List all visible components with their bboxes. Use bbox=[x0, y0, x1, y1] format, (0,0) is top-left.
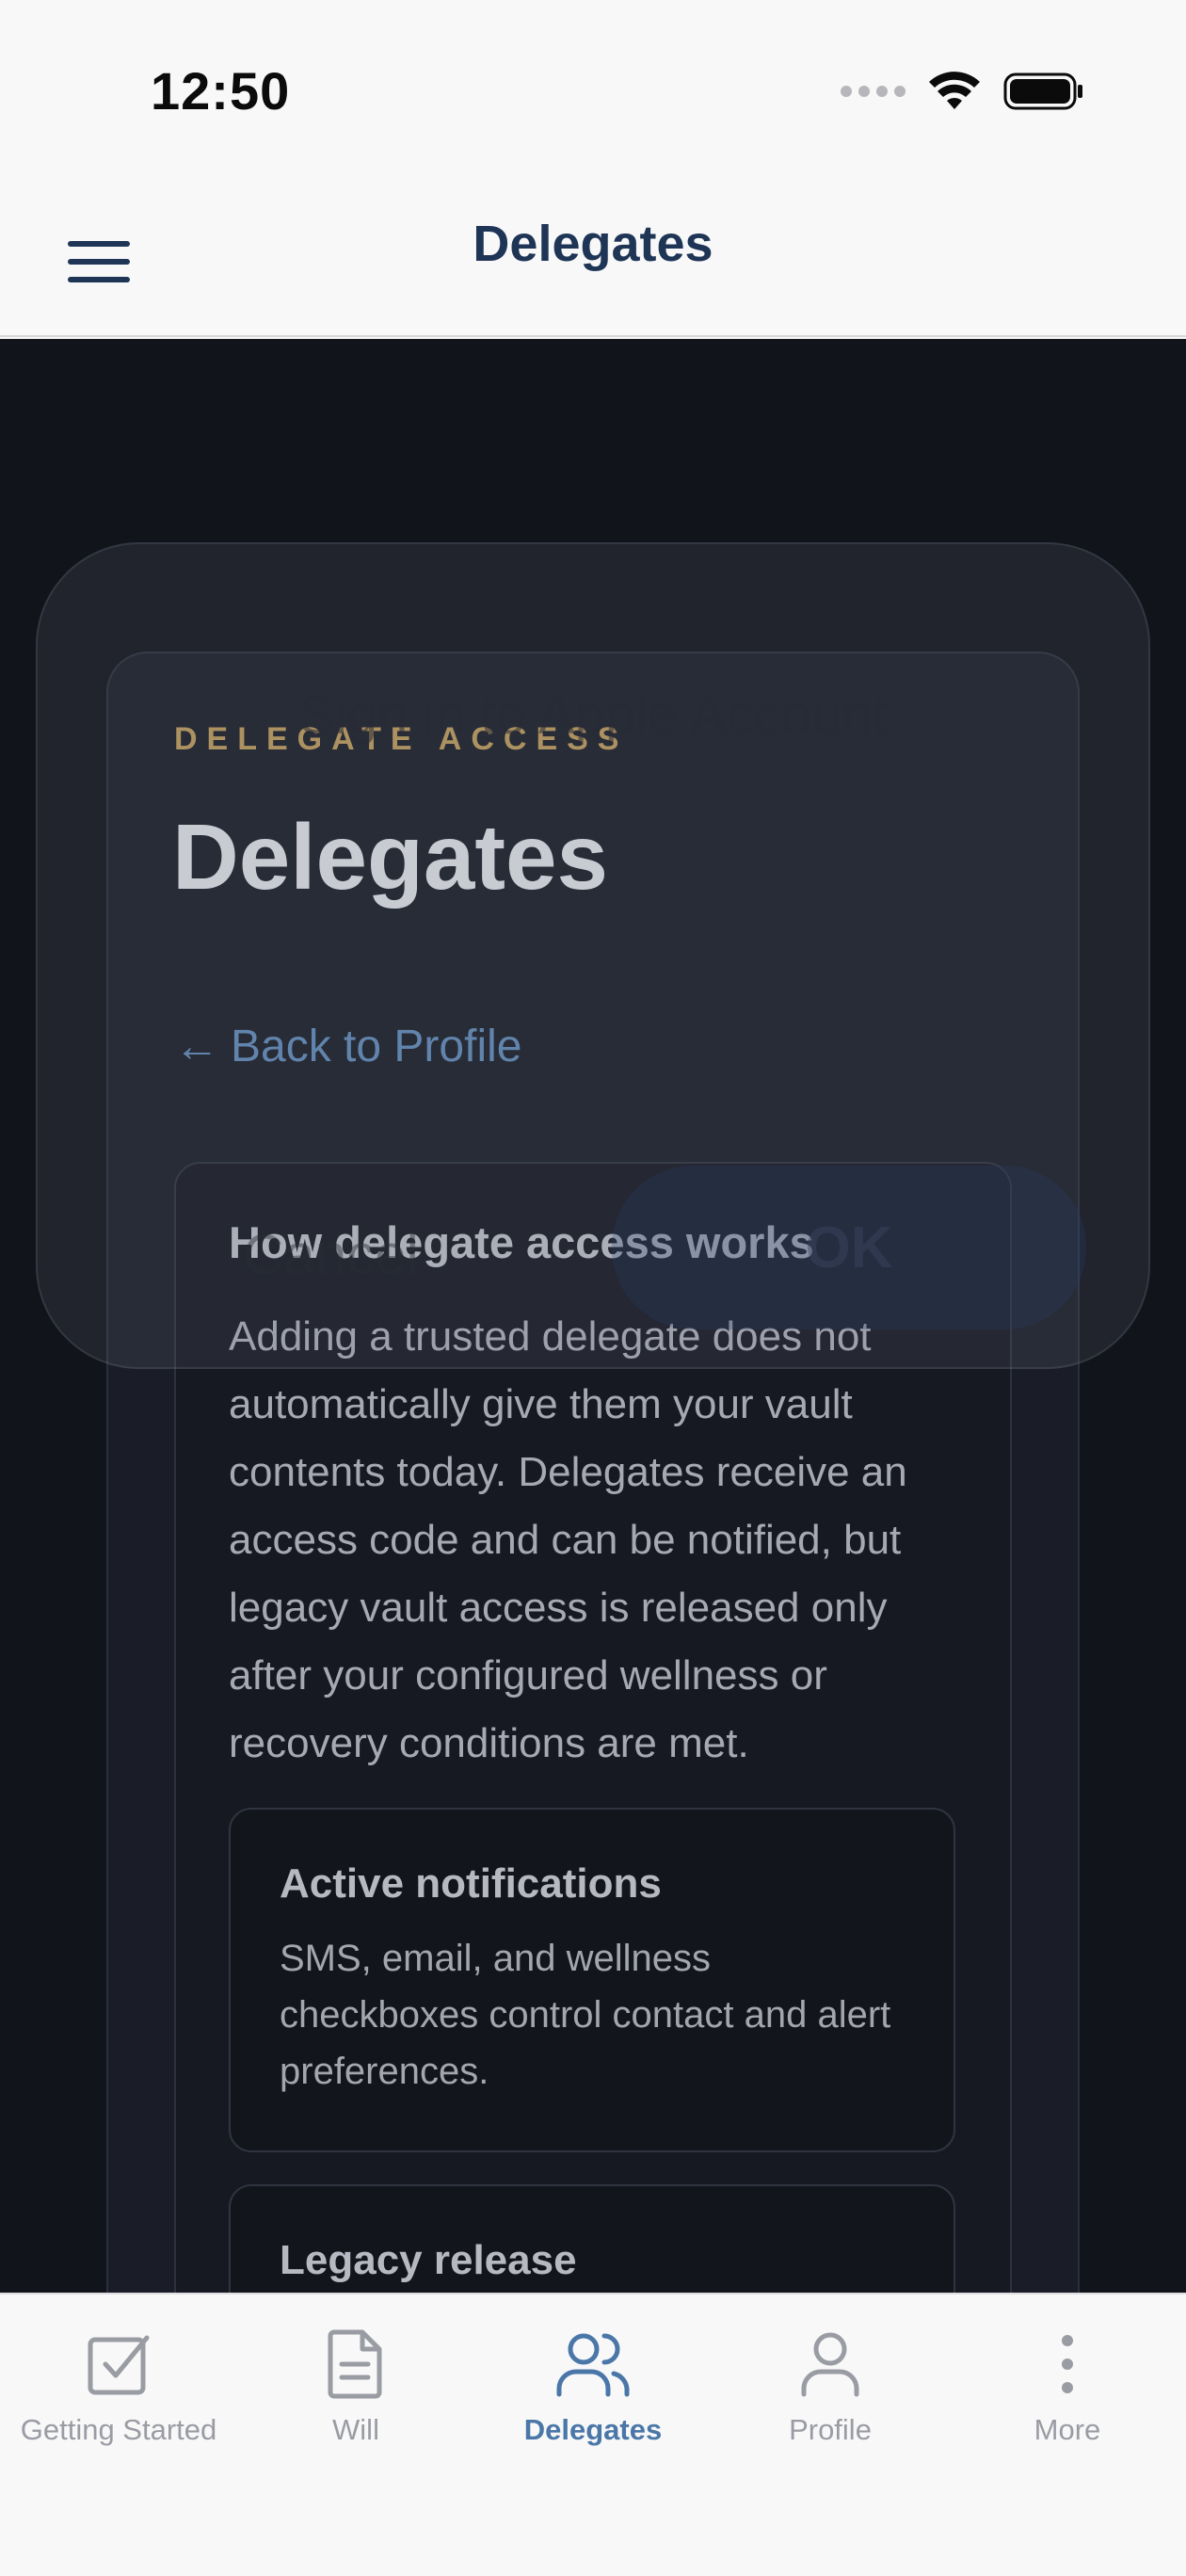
status-time: 12:50 bbox=[151, 61, 291, 121]
cellular-signal-icon bbox=[841, 86, 906, 97]
apple-sign-in-dialog: Sign in to Apple Account Cancel OK bbox=[36, 542, 1150, 1369]
nav-title: Delegates bbox=[473, 216, 713, 272]
legacy-release-box: Legacy release bbox=[229, 2184, 955, 2293]
battery-icon bbox=[1003, 72, 1082, 110]
person-icon bbox=[791, 2325, 870, 2404]
nav-bar: Delegates bbox=[0, 188, 1186, 337]
tab-bar: Getting Started Will Delegates Profile M… bbox=[0, 2293, 1186, 2576]
info-body: Adding a trusted delegate does not autom… bbox=[229, 1313, 907, 1766]
cancel-button[interactable]: Cancel bbox=[243, 1222, 419, 1287]
checkbox-icon bbox=[79, 2325, 158, 2404]
people-icon bbox=[553, 2325, 633, 2404]
tab-profile[interactable]: Profile bbox=[712, 2325, 949, 2466]
document-icon bbox=[316, 2325, 395, 2404]
wifi-icon bbox=[929, 72, 980, 109]
more-vertical-icon bbox=[1028, 2325, 1107, 2404]
tab-label: Delegates bbox=[523, 2413, 663, 2446]
status-icons bbox=[841, 72, 1084, 111]
dialog-title: Sign in to Apple Account bbox=[298, 684, 888, 746]
tab-will[interactable]: Will bbox=[237, 2325, 474, 2466]
tab-label: Getting Started bbox=[20, 2413, 217, 2446]
box-title: Legacy release bbox=[280, 2237, 577, 2283]
status-bar: 12:50 bbox=[0, 0, 1186, 188]
box-title: Active notifications bbox=[280, 1860, 662, 1907]
tab-label: Profile bbox=[789, 2413, 872, 2446]
box-body: SMS, email, and wellness checkboxes cont… bbox=[280, 1938, 891, 2092]
tab-delegates[interactable]: Delegates bbox=[474, 2325, 712, 2466]
ok-button[interactable]: OK bbox=[612, 1166, 1086, 1329]
tab-label: Will bbox=[332, 2413, 379, 2446]
tab-getting-started[interactable]: Getting Started bbox=[0, 2325, 237, 2466]
active-notifications-box: Active notifications SMS, email, and wel… bbox=[229, 1808, 955, 2152]
tab-label: More bbox=[1034, 2413, 1101, 2446]
tab-more[interactable]: More bbox=[949, 2325, 1186, 2466]
